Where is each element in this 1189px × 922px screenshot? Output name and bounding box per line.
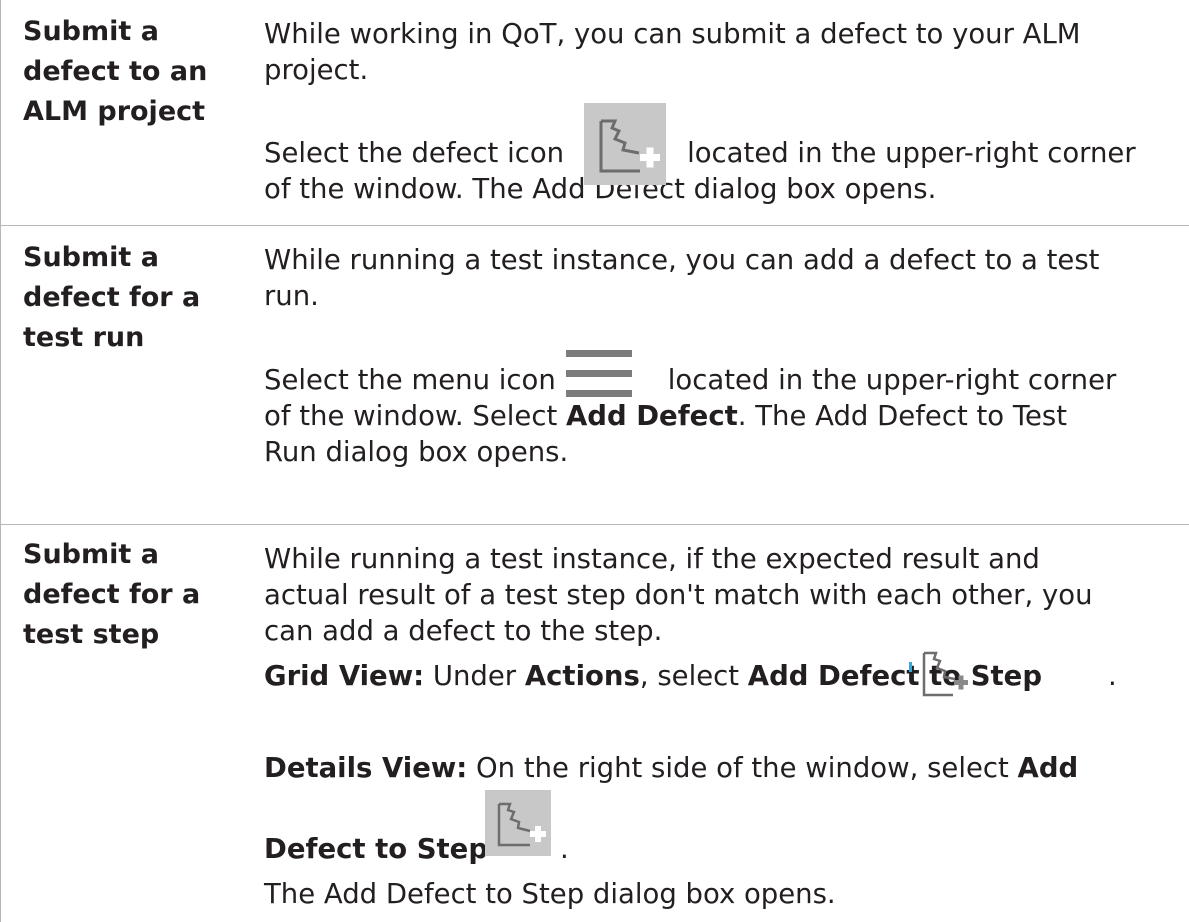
row-description: While working in QoT, you can submit a d…: [264, 16, 1164, 88]
description-line: run.: [264, 280, 319, 312]
description-line: project.: [264, 54, 369, 86]
row-heading: Submit a defect for a test run: [23, 238, 213, 358]
instruction-line: Select the defect icon located in the upp…: [264, 137, 1136, 169]
heading-line: Submit a: [23, 539, 159, 570]
table-row: Submit a defect to an ALM project While …: [1, 0, 1189, 225]
row-instruction: Select the defect icon located in the upp…: [264, 135, 1164, 207]
grid-view-instruction: Grid View: Under Actions, select Add Def…: [264, 660, 1117, 692]
instruction-line: Run dialog box opens.: [264, 436, 569, 468]
row-heading: Submit a defect to an ALM project: [23, 12, 213, 132]
heading-line: defect for a: [23, 579, 201, 610]
description-line: While running a test instance, if the ex…: [264, 543, 1040, 575]
menu-icon: [566, 350, 632, 397]
defect-options-table: Submit a defect to an ALM project While …: [0, 0, 1189, 922]
instruction-line: of the window. The Add Defect dialog box…: [264, 173, 937, 205]
heading-line: ALM project: [23, 96, 206, 127]
description-line: can add a defect to the step.: [264, 615, 663, 647]
heading-line: Submit a: [23, 16, 159, 47]
row-description: While running a test instance, if the ex…: [264, 541, 1164, 649]
row-description: While running a test instance, you can a…: [264, 242, 1164, 314]
description-line: While running a test instance, you can a…: [264, 244, 1100, 276]
add-defect-icon: [909, 651, 968, 697]
details-view-instruction-cont: Defect to Step.: [264, 833, 569, 865]
add-defect-icon: [584, 103, 666, 185]
add-defect-icon: [485, 790, 551, 856]
heading-line: test step: [23, 619, 160, 650]
description-line: actual result of a test step don't match…: [264, 579, 1093, 611]
table-row: Submit a defect for a test step While ru…: [1, 525, 1189, 922]
closing-line: The Add Defect to Step dialog box opens.: [264, 878, 836, 910]
row-instruction: Select the menu icon located in the upper…: [264, 362, 1164, 470]
heading-line: defect to an: [23, 56, 208, 87]
instruction-line: Select the menu icon located in the upper…: [264, 364, 1117, 396]
instruction-line: of the window. Select Add Defect. The Ad…: [264, 400, 1067, 432]
heading-line: test run: [23, 322, 145, 353]
heading-line: Submit a: [23, 242, 159, 273]
heading-line: defect for a: [23, 282, 201, 313]
details-view-instruction: Details View: On the right side of the w…: [264, 752, 1079, 784]
row-heading: Submit a defect for a test step: [23, 535, 213, 655]
table-row: Submit a defect for a test run While run…: [1, 226, 1189, 524]
description-line: While working in QoT, you can submit a d…: [264, 18, 1081, 50]
